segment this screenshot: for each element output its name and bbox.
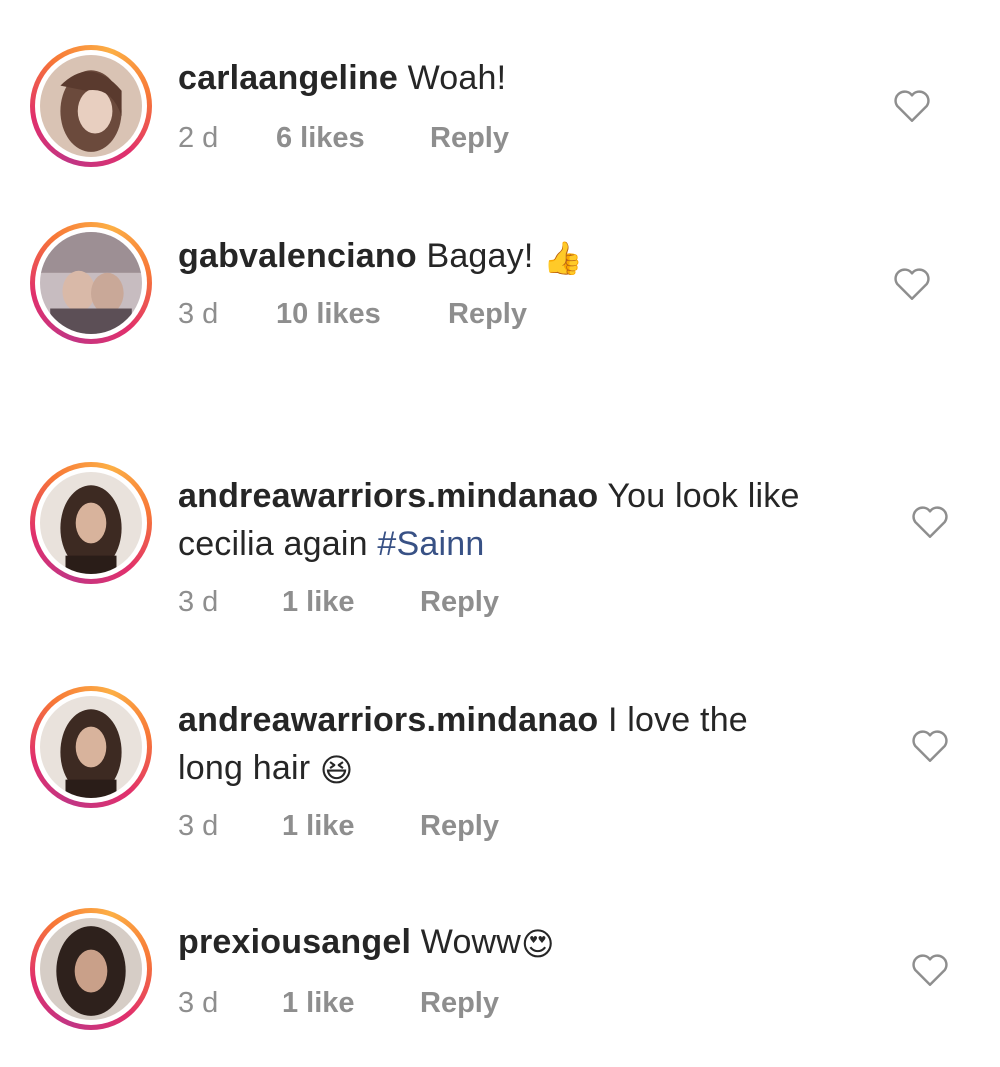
comment-body: Bagay! (416, 237, 544, 275)
avatar-photo (40, 232, 142, 334)
comment-text: andreawarriors.mindanao I love the long h… (178, 696, 878, 794)
avatar-story-ring[interactable] (30, 45, 152, 167)
comment-body: Woww (411, 923, 522, 961)
avatar-story-ring[interactable] (30, 462, 152, 584)
avatar-story-ring[interactable] (30, 686, 152, 808)
comment-text: carlaangeline Woah! (178, 54, 506, 102)
avatar (40, 232, 142, 334)
avatar-photo (40, 55, 142, 157)
comment-likes[interactable]: 1 like (282, 808, 355, 844)
avatar (40, 918, 142, 1020)
comment-body: I love the (598, 701, 748, 739)
heart-eyes-emoji: 😍 (521, 926, 555, 962)
comment-likes[interactable]: 1 like (282, 985, 355, 1021)
heart-icon[interactable] (892, 266, 932, 302)
comment-username[interactable]: prexiousangel (178, 923, 411, 961)
comment-time: 3 d (178, 586, 219, 618)
heart-icon[interactable] (892, 88, 932, 124)
reply-button[interactable]: Reply (420, 584, 499, 620)
reply-button[interactable]: Reply (420, 808, 499, 844)
comment-username[interactable]: gabvalenciano (178, 237, 417, 275)
comment-likes[interactable]: 10 likes (276, 296, 381, 332)
comment-body: You look like (598, 477, 800, 515)
comment-username[interactable]: andreawarriors.mindanao (178, 701, 598, 739)
avatar (40, 55, 142, 157)
avatar-story-ring[interactable] (30, 222, 152, 344)
comment-text: prexiousangel Woww😍 (178, 918, 555, 968)
reply-button[interactable]: Reply (448, 296, 527, 332)
comment-time: 3 d (178, 987, 219, 1019)
hashtag-link[interactable]: #Sainn (377, 525, 484, 563)
laughing-emoji: 😆 (319, 752, 354, 788)
thumbs-up-emoji: 👍 (543, 240, 584, 276)
heart-icon[interactable] (910, 504, 950, 540)
comment-time: 2 d (178, 122, 219, 154)
comment-text: andreawarriors.mindanao You look like cec… (178, 472, 878, 568)
reply-button[interactable]: Reply (430, 120, 509, 156)
comment-likes[interactable]: 6 likes (276, 120, 365, 156)
comment-username[interactable]: andreawarriors.mindanao (178, 477, 598, 515)
comment-text: gabvalenciano Bagay! 👍 (178, 232, 583, 282)
comment-likes[interactable]: 1 like (282, 584, 355, 620)
avatar (40, 472, 142, 574)
heart-icon[interactable] (910, 728, 950, 764)
comment-time: 3 d (178, 298, 219, 330)
heart-icon[interactable] (910, 952, 950, 988)
avatar (40, 696, 142, 798)
comment-body-line2: cecilia again (178, 525, 378, 563)
reply-button[interactable]: Reply (420, 985, 499, 1021)
avatar-story-ring[interactable] (30, 908, 152, 1030)
avatar-photo (40, 472, 142, 574)
avatar-photo (40, 696, 142, 798)
avatar-photo (40, 918, 142, 1020)
comment-body-line2: long hair (178, 749, 320, 787)
comment-time: 3 d (178, 810, 219, 842)
comment-body: Woah! (397, 59, 507, 97)
comment-username[interactable]: carlaangeline (178, 59, 398, 97)
